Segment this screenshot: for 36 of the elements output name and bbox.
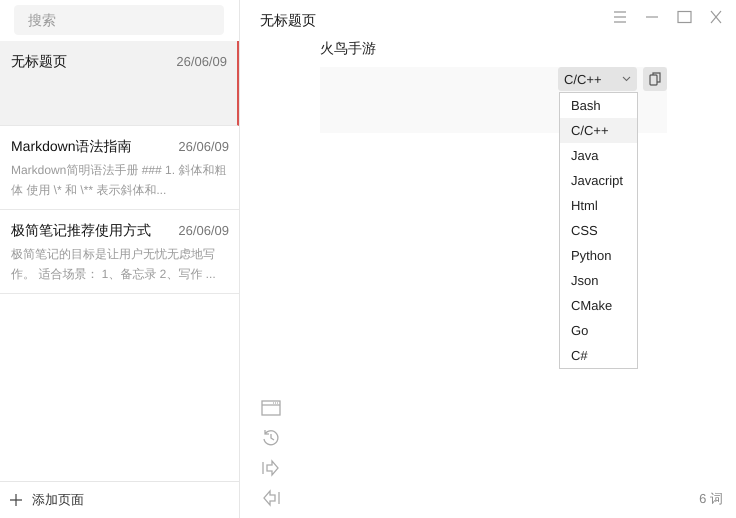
caret-icon	[622, 76, 631, 82]
note-date: 26/06/09	[176, 54, 227, 69]
plus-icon	[10, 494, 22, 506]
language-option[interactable]: Json	[560, 268, 637, 293]
language-select[interactable]: C/C++	[558, 67, 637, 91]
language-option[interactable]: Java	[560, 143, 637, 168]
note-preview: Markdown简明语法手册 ### 1. 斜体和粗体 使用 \* 和 \** 表示斜体和...	[11, 162, 228, 199]
language-option[interactable]: Bash	[560, 93, 637, 118]
copy-icon	[649, 72, 661, 86]
language-option[interactable]: CSS	[560, 218, 637, 243]
language-option[interactable]: Html	[560, 193, 637, 218]
word-count: 6 词	[699, 490, 723, 508]
note-title: 极简笔记推荐使用方式	[11, 222, 151, 240]
note-date: 26/06/09	[178, 139, 229, 154]
search-field[interactable]: 搜索	[14, 5, 224, 35]
history-icon[interactable]	[261, 428, 281, 448]
note-item[interactable]: 极简笔记推荐使用方式 26/06/09 极简笔记的目标是让用户无忧无虑地写作。 适合场景： 1、备忘录 2、写作 ...	[0, 210, 239, 294]
language-option[interactable]: C#	[560, 343, 637, 368]
language-option[interactable]: Javacript	[560, 168, 637, 193]
window-icon[interactable]	[261, 398, 281, 418]
note-date: 26/06/09	[178, 223, 229, 238]
note-title: 无标题页	[11, 53, 67, 71]
page-title: 无标题页	[260, 12, 316, 30]
language-option[interactable]: Python	[560, 243, 637, 268]
note-title: Markdown语法指南	[11, 138, 132, 156]
paragraph-text: 火鸟手游	[320, 40, 377, 58]
language-option[interactable]: C/C++	[560, 118, 637, 143]
note-preview: 极简笔记的目标是让用户无忧无虑地写作。 适合场景： 1、备忘录 2、写作 ...	[11, 246, 217, 283]
language-option[interactable]: CMake	[560, 293, 637, 318]
language-option[interactable]: Go	[560, 318, 637, 343]
copy-button[interactable]	[643, 67, 667, 91]
arrow-left-icon[interactable]	[261, 488, 281, 508]
add-page-button[interactable]: 添加页面	[0, 481, 239, 518]
note-item[interactable]: Markdown语法指南 26/06/09 Markdown简明语法手册 ### 1. 斜体和粗体 使用 \* 和 \** 表示斜体和...	[0, 126, 239, 210]
note-item[interactable]: 无标题页 26/06/09	[0, 41, 239, 126]
arrow-right-icon[interactable]	[261, 458, 281, 478]
